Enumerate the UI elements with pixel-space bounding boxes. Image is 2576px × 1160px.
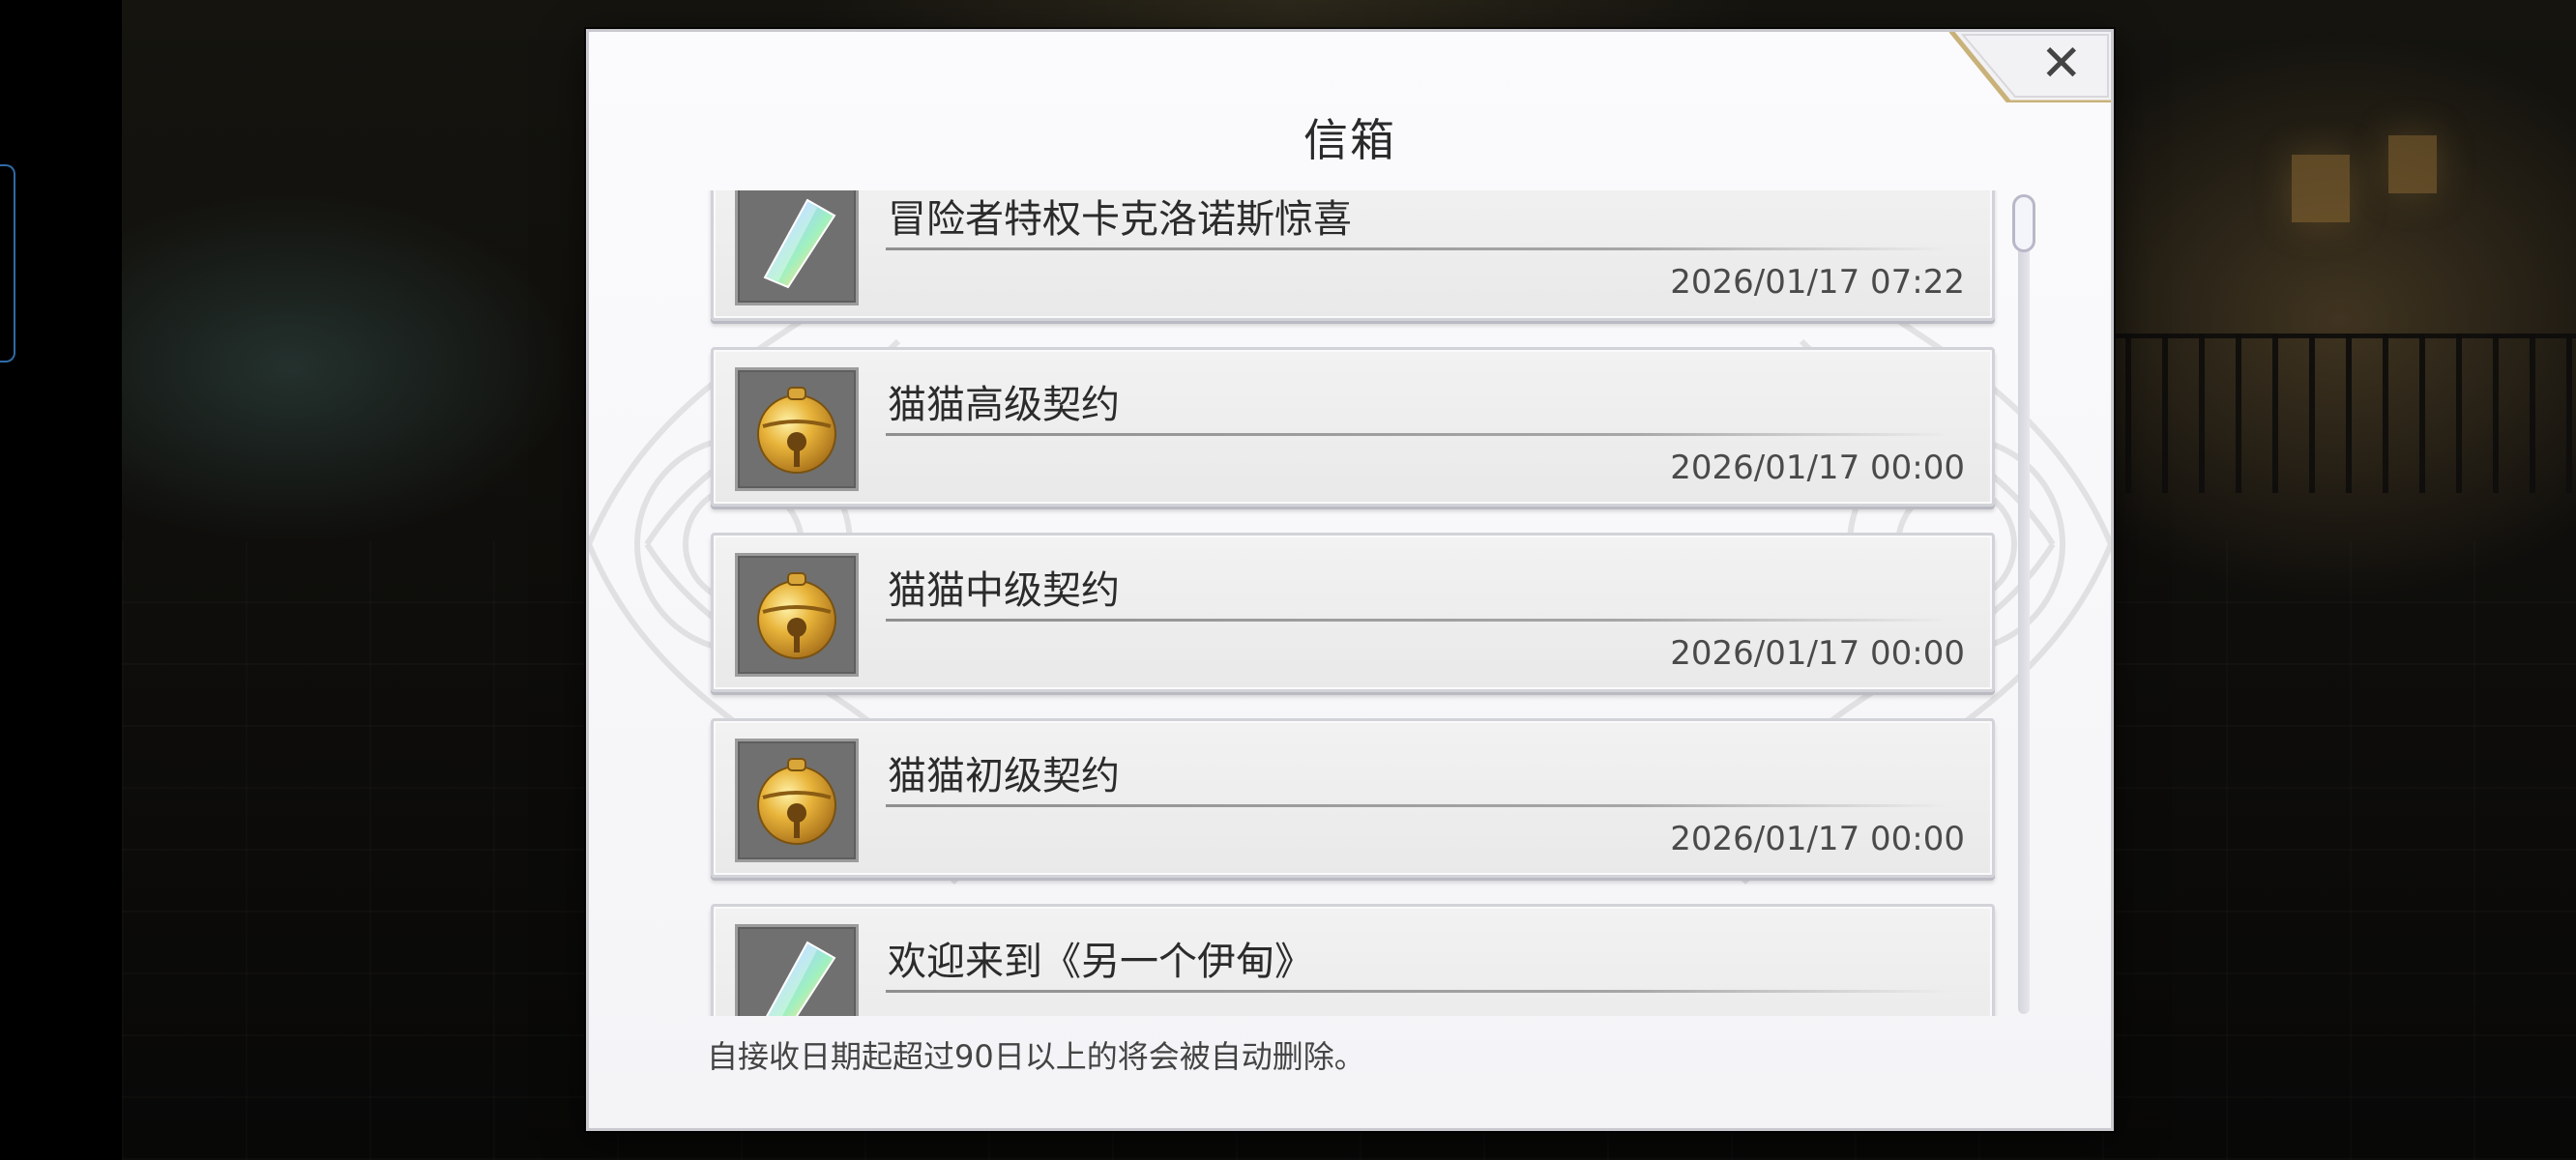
crystal-icon [766, 941, 836, 1016]
mail-date: 2026/01/17 00:00 [1670, 820, 1965, 858]
mail-divider [886, 804, 1949, 807]
close-button-frame [1948, 32, 2111, 105]
mail-divider [886, 619, 1949, 622]
background-fence [2089, 334, 2576, 493]
mail-date: 2026/01/17 00:00 [1670, 634, 1965, 673]
gold-bell-icon [757, 387, 836, 474]
mail-divider [886, 990, 1949, 993]
auto-delete-note: 自接收日期起超过90日以上的将会被自动删除。 [707, 1038, 1365, 1075]
close-button[interactable]: ✕ [1948, 32, 2111, 105]
mail-icon-frame [735, 367, 859, 491]
scrollbar-thumb[interactable] [2012, 194, 2035, 252]
mail-title: 猫猫中级契约 [888, 568, 1120, 613]
mail-item[interactable]: 欢迎来到《另一个伊甸》 [711, 904, 1995, 1016]
gold-bell-icon [757, 758, 836, 845]
background-left-edge [0, 0, 122, 1160]
mail-date: 2026/01/17 07:22 [1670, 263, 1965, 302]
mail-title: 冒险者特权卡克洛诺斯惊喜 [888, 197, 1352, 242]
mail-item[interactable]: 猫猫初级契约 2026/01/17 00:00 [711, 718, 1995, 878]
crystal-icon [763, 198, 836, 289]
mail-list[interactable]: 冒险者特权卡克洛诺斯惊喜 2026/01/17 07:22 猫猫高级契约 202… [703, 190, 1999, 1016]
mail-item[interactable]: 猫猫高级契约 2026/01/17 00:00 [711, 347, 1995, 507]
mail-title: 猫猫高级契约 [888, 383, 1120, 427]
gold-bell-icon [757, 572, 836, 659]
mail-icon-frame [735, 190, 859, 305]
dialog-title: 信箱 [1303, 114, 1396, 166]
mail-date: 2026/01/17 00:00 [1670, 449, 1965, 487]
mail-item[interactable]: 冒险者特权卡克洛诺斯惊喜 2026/01/17 07:22 [711, 190, 1995, 321]
mail-divider [886, 247, 1949, 250]
scrollbar-track[interactable] [2018, 196, 2030, 1014]
mailbox-dialog: 信箱 ✕ 冒险者特权卡克洛诺斯惊喜 2026/01/17 07:22 猫猫高级契… [586, 29, 2114, 1131]
mail-item[interactable]: 猫猫中级契约 2026/01/17 00:00 [711, 533, 1995, 692]
mail-divider [886, 433, 1949, 436]
mail-icon-frame [735, 924, 859, 1016]
background-side-tab[interactable] [0, 164, 15, 362]
mail-title: 欢迎来到《另一个伊甸》 [888, 940, 1313, 984]
close-icon[interactable]: ✕ [2040, 35, 2083, 93]
mail-icon-frame [735, 553, 859, 677]
mail-title: 猫猫初级契约 [888, 754, 1120, 798]
background-window-light [2388, 135, 2437, 193]
mail-icon-frame [735, 739, 859, 862]
background-window-light [2292, 155, 2350, 222]
